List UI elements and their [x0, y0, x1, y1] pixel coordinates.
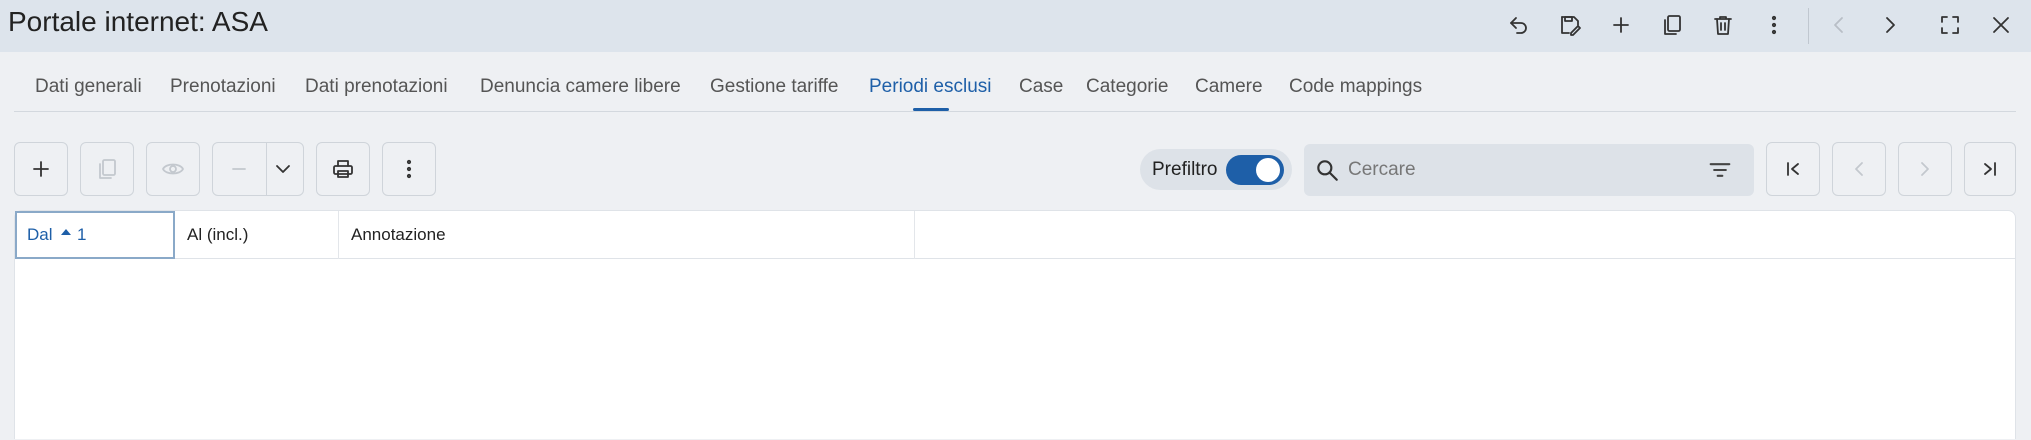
toggle-knob — [1256, 158, 1280, 182]
last-page-button[interactable] — [1964, 142, 2016, 196]
fullscreen-icon[interactable] — [1931, 6, 1969, 44]
copy-icon — [99, 159, 116, 179]
search-input[interactable] — [1348, 154, 1688, 186]
column-label: Annotazione — [351, 225, 446, 244]
next-page-icon — [1921, 162, 1929, 176]
chevron-down-icon[interactable] — [271, 157, 295, 186]
grid-header: Dal 1 Al (incl.) Annotazione — [15, 211, 2015, 259]
title-bar: Portale internet: ASA — [0, 0, 2031, 52]
add-icon[interactable] — [1602, 6, 1640, 44]
copy-record-button[interactable] — [80, 142, 134, 196]
undo-icon[interactable] — [1500, 6, 1538, 44]
previous-page-icon — [1855, 162, 1863, 176]
tab-dati-generali[interactable]: Dati generali — [35, 76, 142, 98]
more-vertical-icon — [406, 159, 412, 179]
more-vertical-icon[interactable] — [1755, 6, 1793, 44]
search-box — [1304, 144, 1754, 196]
print-icon — [333, 160, 353, 178]
column-label: Dal — [27, 225, 53, 244]
filter-icon[interactable] — [1706, 156, 1734, 184]
more-options-button[interactable] — [382, 142, 436, 196]
column-header-al[interactable]: Al (incl.) — [175, 211, 339, 259]
tab-categorie[interactable]: Categorie — [1086, 76, 1168, 98]
first-page-button[interactable] — [1766, 142, 1820, 196]
split-button-divider — [266, 142, 267, 196]
view-record-button[interactable] — [146, 142, 200, 196]
window-title: Portale internet: ASA — [8, 6, 268, 37]
first-page-icon — [1787, 162, 1799, 176]
prefilter-label: Prefiltro — [1152, 159, 1218, 180]
tab-prenotazioni[interactable]: Prenotazioni — [170, 76, 276, 98]
save-edit-icon[interactable] — [1551, 6, 1589, 44]
chevron-right-icon[interactable] — [1871, 6, 1909, 44]
tabs-divider — [14, 111, 2016, 112]
sort-indicator: 1 — [61, 225, 86, 245]
tab-dati-prenotazioni[interactable]: Dati prenotazioni — [305, 76, 448, 98]
add-record-button[interactable] — [14, 142, 68, 196]
copy-icon[interactable] — [1653, 6, 1691, 44]
tab-code-mappings[interactable]: Code mappings — [1289, 76, 1422, 98]
sort-order: 1 — [77, 225, 87, 244]
add-icon — [33, 161, 49, 177]
print-button[interactable] — [316, 142, 370, 196]
tab-denuncia-camere-libere[interactable]: Denuncia camere libere — [480, 76, 681, 98]
grid-body — [15, 259, 2015, 440]
last-page-icon — [1984, 162, 1996, 176]
previous-page-button[interactable] — [1832, 142, 1886, 196]
remove-record-split-button[interactable] — [212, 142, 304, 196]
column-header-dal[interactable]: Dal 1 — [15, 211, 175, 259]
close-icon[interactable] — [1982, 6, 2020, 44]
data-grid: Dal 1 Al (incl.) Annotazione — [14, 210, 2016, 439]
prefilter-control: Prefiltro — [1140, 149, 1292, 190]
eye-icon — [162, 163, 184, 175]
chevron-left-icon[interactable] — [1820, 6, 1858, 44]
tab-periodi-esclusi[interactable]: Periodi esclusi — [869, 76, 992, 98]
title-bar-separator — [1808, 8, 1809, 44]
tab-camere[interactable]: Camere — [1195, 76, 1263, 98]
tab-case[interactable]: Case — [1019, 76, 1063, 98]
minus-icon[interactable] — [227, 157, 251, 186]
column-label: Al (incl.) — [187, 225, 249, 244]
column-header-annotazione[interactable]: Annotazione — [339, 211, 915, 259]
tab-bar: Dati generali Prenotazioni Dati prenotaz… — [0, 52, 2031, 112]
delete-icon[interactable] — [1704, 6, 1742, 44]
tab-gestione-tariffe[interactable]: Gestione tariffe — [710, 76, 839, 98]
prefilter-toggle[interactable] — [1226, 155, 1284, 185]
search-icon — [1314, 157, 1340, 183]
next-page-button[interactable] — [1898, 142, 1952, 196]
sort-ascending-icon — [61, 229, 71, 235]
